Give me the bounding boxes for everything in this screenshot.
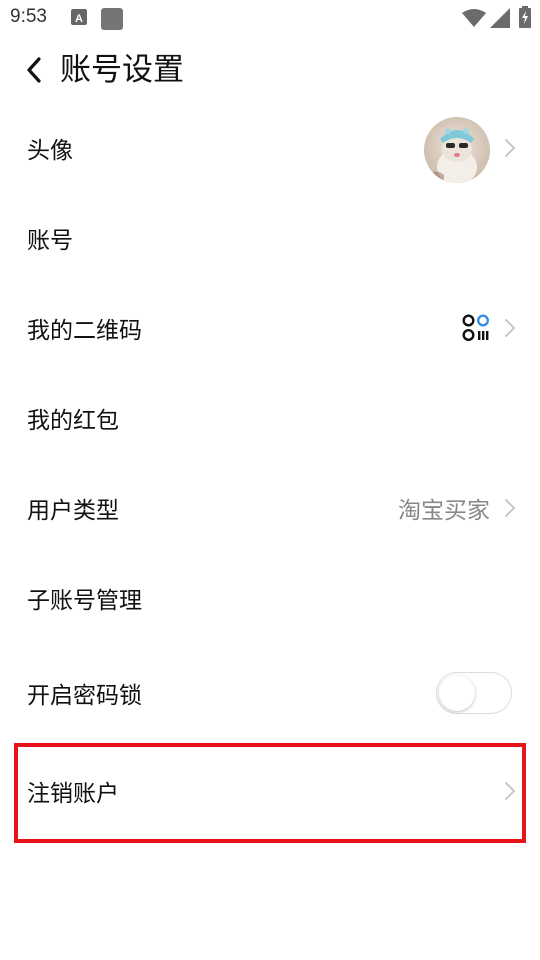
page-title: 账号设置	[60, 52, 184, 88]
user-type-label: 用户类型	[27, 498, 119, 524]
user-type-value: 淘宝买家	[398, 498, 490, 524]
battery-charging-icon	[519, 6, 531, 28]
user-type-row[interactable]: 用户类型 淘宝买家	[0, 463, 540, 553]
chevron-right-icon	[505, 499, 515, 517]
signal-icon	[490, 8, 510, 28]
a-notification-icon: A	[71, 9, 87, 25]
red-packet-label: 我的红包	[27, 408, 119, 434]
password-lock-row: 开启密码锁	[0, 648, 540, 738]
back-button[interactable]	[16, 50, 52, 90]
red-packet-row[interactable]: 我的红包	[0, 373, 540, 463]
avatar-row[interactable]: 头像	[0, 103, 540, 193]
cancel-account-row[interactable]: 注销账户	[0, 746, 540, 836]
svg-text:A: A	[75, 13, 83, 25]
square-notification-icon	[101, 8, 123, 30]
wifi-icon	[462, 9, 486, 27]
status-bar: 9:53 A	[0, 0, 540, 36]
toggle-knob	[439, 675, 475, 711]
chevron-right-icon	[505, 782, 515, 800]
status-time: 9:53	[10, 6, 47, 27]
chevron-right-icon	[505, 139, 515, 157]
sub-account-label: 子账号管理	[27, 588, 142, 614]
cancel-account-label: 注销账户	[27, 781, 119, 807]
qr-code-label: 我的二维码	[27, 318, 142, 344]
avatar	[424, 117, 490, 183]
account-row[interactable]: 账号	[0, 193, 540, 283]
chevron-right-icon	[505, 319, 515, 337]
chevron-left-icon	[27, 57, 41, 83]
avatar-label: 头像	[27, 138, 73, 164]
qr-code-icon	[462, 314, 490, 342]
password-lock-label: 开启密码锁	[27, 683, 142, 709]
account-label: 账号	[27, 228, 73, 254]
qr-code-row[interactable]: 我的二维码	[0, 283, 540, 373]
nav-bar: 账号设置	[0, 40, 540, 100]
sub-account-row[interactable]: 子账号管理	[0, 553, 540, 643]
password-lock-toggle[interactable]	[436, 672, 512, 714]
